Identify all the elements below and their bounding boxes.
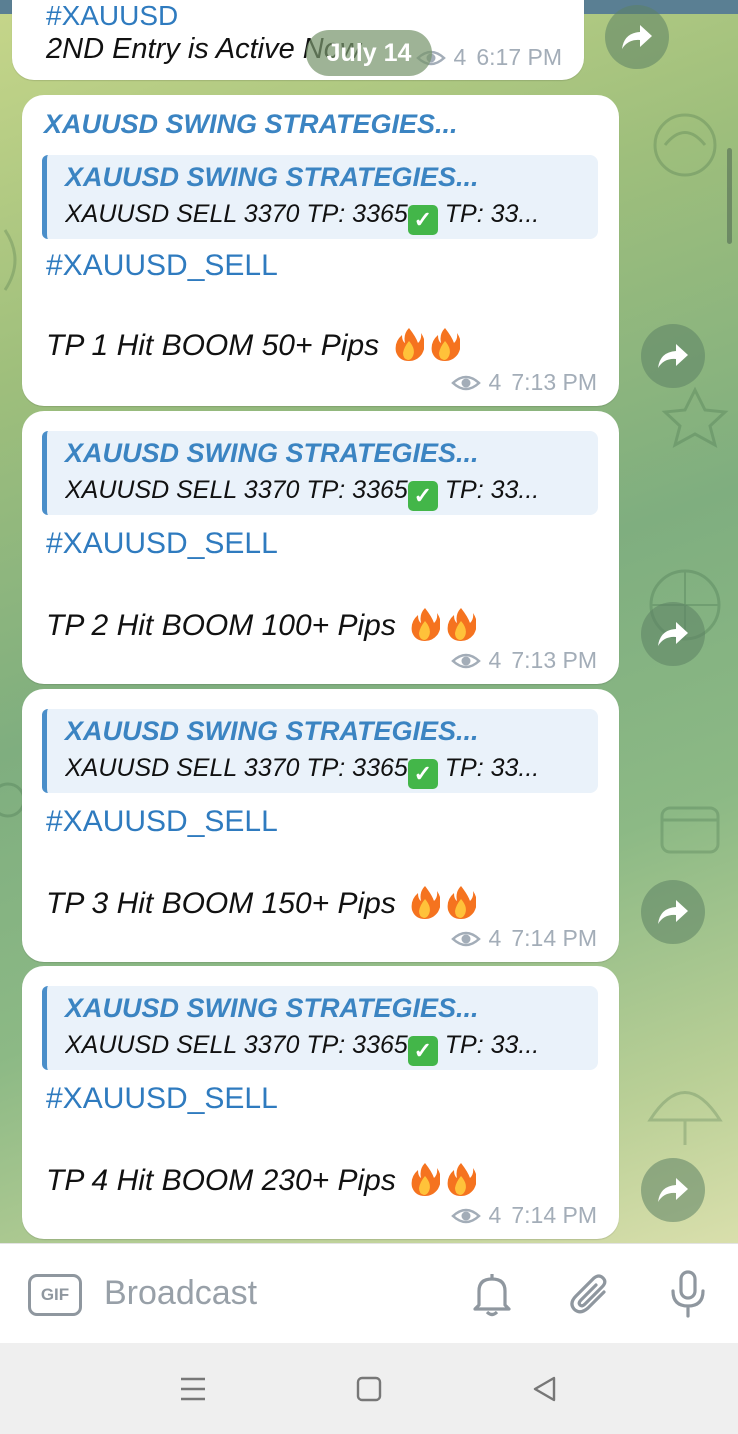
fire-icon	[395, 328, 424, 361]
message-bubble[interactable]: XAUUSD SWING STRATEGIES... XAUUSD SWING …	[22, 95, 619, 406]
reply-quote[interactable]: XAUUSD SWING STRATEGIES... XAUUSD SELL 3…	[42, 709, 598, 793]
eye-icon	[450, 1208, 481, 1223]
message-hashtag[interactable]: #XAUUSD	[46, 0, 178, 32]
eye-icon	[450, 653, 481, 668]
broadcast-input[interactable]: Broadcast	[104, 1274, 257, 1313]
fire-icon	[431, 328, 460, 361]
doodle-icon	[653, 113, 717, 177]
reply-quote[interactable]: XAUUSD SWING STRATEGIES... XAUUSD SELL 3…	[42, 986, 598, 1070]
message-text: TP 3 Hit BOOM 150+ Pips	[46, 885, 477, 921]
share-arrow-icon	[658, 1178, 688, 1202]
share-arrow-icon	[658, 900, 688, 924]
share-button[interactable]	[641, 602, 705, 666]
system-nav-bar	[0, 1343, 738, 1434]
message-text: TP 2 Hit BOOM 100+ Pips	[46, 607, 477, 643]
message-hashtag[interactable]: #XAUUSD_SELL	[46, 805, 278, 839]
message-time: 7:14 PM	[511, 925, 597, 951]
view-count: 4	[488, 1202, 502, 1228]
message-meta: 4 7:14 PM	[450, 1202, 597, 1229]
message-meta: 4 7:13 PM	[450, 647, 597, 674]
quote-text: XAUUSD SELL 3370 TP: 3365 ✓ TP: 33...	[65, 200, 595, 235]
doodle-icon	[647, 1091, 723, 1145]
reply-quote[interactable]: XAUUSD SWING STRATEGIES... XAUUSD SELL 3…	[42, 431, 598, 515]
view-count: 4	[488, 647, 502, 673]
bell-icon[interactable]	[464, 1266, 520, 1322]
scrollbar-thumb[interactable]	[727, 148, 732, 244]
message-time: 7:13 PM	[511, 369, 597, 395]
share-button[interactable]	[605, 5, 669, 69]
quote-title: XAUUSD SWING STRATEGIES...	[65, 716, 479, 746]
checkmark-icon: ✓	[407, 205, 438, 235]
menu-icon[interactable]	[173, 1369, 213, 1409]
view-count: 4	[488, 369, 502, 395]
message-bubble[interactable]: XAUUSD SWING STRATEGIES... XAUUSD SELL 3…	[22, 966, 619, 1239]
message-bubble[interactable]: XAUUSD SWING STRATEGIES... XAUUSD SELL 3…	[22, 689, 619, 962]
fire-icon	[411, 886, 441, 919]
message-text: TP 4 Hit BOOM 230+ Pips	[46, 1162, 477, 1198]
channel-name[interactable]: XAUUSD SWING STRATEGIES...	[44, 109, 458, 140]
share-arrow-icon	[658, 622, 688, 646]
back-triangle-icon[interactable]	[525, 1369, 565, 1409]
message-input-bar: GIF Broadcast	[0, 1243, 738, 1343]
share-arrow-icon	[622, 25, 652, 49]
doodle-icon	[660, 806, 720, 854]
checkmark-icon: ✓	[407, 481, 438, 511]
paperclip-icon[interactable]	[562, 1266, 618, 1322]
message-hashtag[interactable]: #XAUUSD_SELL	[46, 249, 278, 283]
message-time: 7:13 PM	[511, 647, 597, 673]
quote-title: XAUUSD SWING STRATEGIES...	[65, 162, 479, 192]
share-arrow-icon	[658, 344, 688, 368]
quote-title: XAUUSD SWING STRATEGIES...	[65, 993, 479, 1023]
view-count: 4	[488, 925, 502, 951]
share-button[interactable]	[641, 880, 705, 944]
message-time: 7:14 PM	[511, 1202, 597, 1228]
fire-icon	[411, 608, 441, 641]
message-meta: 4 7:13 PM	[450, 369, 597, 396]
message-time: 6:17 PM	[476, 44, 562, 70]
microphone-icon[interactable]	[660, 1266, 716, 1322]
message-bubble[interactable]: XAUUSD SWING STRATEGIES... XAUUSD SELL 3…	[22, 411, 619, 684]
fire-icon	[447, 1163, 477, 1196]
checkmark-icon: ✓	[407, 1036, 438, 1066]
message-text: TP 1 Hit BOOM 50+ Pips	[46, 327, 460, 363]
quote-text: XAUUSD SELL 3370 TP: 3365 ✓ TP: 33...	[65, 476, 595, 511]
message-meta: 4 7:14 PM	[450, 925, 597, 952]
message-meta: 4 6:17 PM	[415, 44, 562, 71]
eye-icon	[450, 375, 481, 390]
reply-quote[interactable]: XAUUSD SWING STRATEGIES... XAUUSD SELL 3…	[42, 155, 598, 239]
doodle-icon	[661, 386, 729, 448]
message-hashtag[interactable]: #XAUUSD_SELL	[46, 1082, 278, 1116]
date-pill: July 14	[306, 30, 432, 76]
message-bubble[interactable]: #XAUUSD 2ND Entry is Active Now 4 6:17 P…	[12, 0, 584, 80]
gif-button[interactable]: GIF	[28, 1274, 82, 1316]
fire-icon	[411, 1163, 441, 1196]
quote-text: XAUUSD SELL 3370 TP: 3365 ✓ TP: 33...	[65, 1031, 595, 1066]
home-square-icon[interactable]	[349, 1369, 389, 1409]
eye-icon	[450, 931, 481, 946]
fire-icon	[447, 608, 477, 641]
checkmark-icon: ✓	[407, 759, 438, 789]
quote-text: XAUUSD SELL 3370 TP: 3365 ✓ TP: 33...	[65, 754, 595, 789]
share-button[interactable]	[641, 324, 705, 388]
message-hashtag[interactable]: #XAUUSD_SELL	[46, 527, 278, 561]
view-count: 4	[453, 44, 467, 70]
share-button[interactable]	[641, 1158, 705, 1222]
quote-title: XAUUSD SWING STRATEGIES...	[65, 438, 479, 468]
fire-icon	[447, 886, 477, 919]
